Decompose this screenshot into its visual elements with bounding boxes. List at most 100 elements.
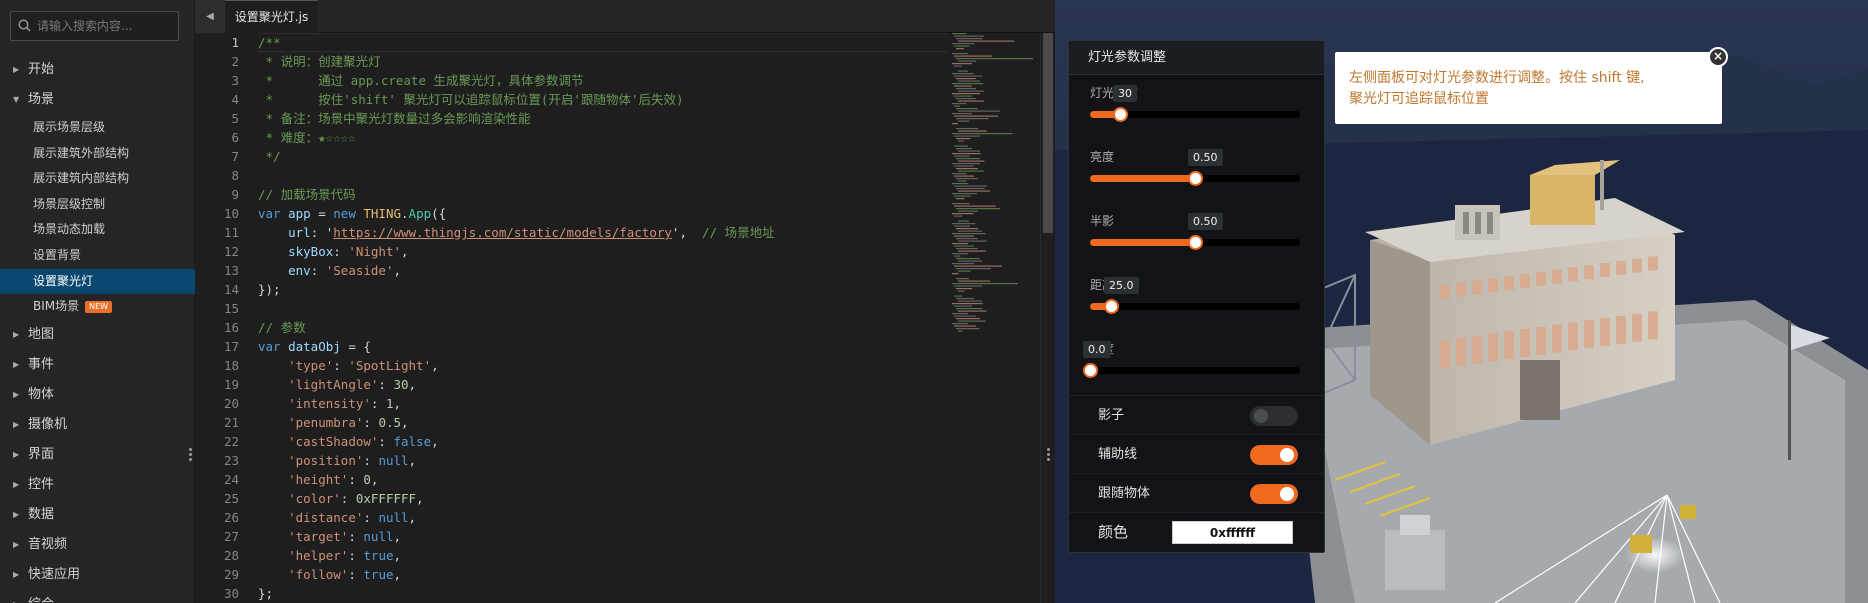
line-number: 21 (223, 415, 239, 430)
sidebar-item-media[interactable]: ▶ 音视频 (0, 530, 195, 560)
caret-right-icon: ▶ (13, 590, 19, 603)
slider-track[interactable]: 30 (1090, 85, 1300, 122)
editor-resize-handle[interactable] (1047, 448, 1051, 464)
sidebar-item-ui[interactable]: ▶ 界面 (0, 440, 195, 470)
line-number: 20 (223, 396, 239, 411)
sidebar-item-scene[interactable]: ▼ 场景 (0, 85, 195, 115)
code-line: 'distance': null, (288, 510, 417, 525)
follow-toggle-row: 跟随物体 (1069, 473, 1324, 512)
caret-down-icon: ▼ (13, 95, 20, 104)
code-line: * 说明：创建聚光灯 (258, 54, 381, 69)
sidebar-item-objects[interactable]: ▶ 物体 (0, 380, 195, 410)
hint-tooltip: 左侧面板可对灯光参数进行调整。按住 shift 键, 聚光灯可追踪鼠标位置 × (1335, 47, 1728, 124)
toggle-label: 辅助线 (1098, 447, 1138, 462)
sidebar-subitem-dynamic-loading[interactable]: 场景动态加载 (0, 217, 195, 243)
code-line: // 参数 (258, 320, 306, 335)
caret-right-icon: ▶ (13, 449, 20, 459)
slider-track[interactable]: 0.0 (1083, 341, 1300, 378)
sidebar-item-start[interactable]: ▶ 开始 (0, 55, 195, 85)
line-number: 6 (231, 130, 239, 145)
slider-value: 0.50 (1188, 149, 1223, 166)
slider-handle[interactable] (1188, 171, 1203, 186)
slider-value: 0.50 (1188, 213, 1223, 230)
sidebar-item-composite[interactable]: ▶ 综合 (0, 590, 195, 603)
slider-handle[interactable] (1188, 235, 1203, 250)
line-number: 26 (223, 510, 239, 525)
color-input[interactable]: 0xffffff (1172, 521, 1293, 544)
sidebar-subitem-spotlight[interactable]: 设置聚光灯 (0, 268, 195, 295)
search-input[interactable] (37, 12, 177, 40)
line-number: 27 (223, 529, 239, 544)
sidebar-resize-handle[interactable] (189, 448, 193, 464)
caret-right-icon: ▶ (13, 539, 20, 549)
line-number: 24 (223, 472, 239, 487)
sidebar-subitem-background[interactable]: 设置背景 (0, 243, 195, 269)
sidebar-item-camera[interactable]: ▶ 摄像机 (0, 410, 195, 440)
color-label: 颜色 (1098, 523, 1129, 541)
code-line: 'position': null, (288, 453, 417, 468)
line-number: 13 (223, 263, 239, 278)
search-box[interactable] (10, 11, 179, 41)
code-area[interactable]: 1 2 3 4 5 6 7 8 9 10 11 12 13 14 15 16 17 18 19 20 21 22 23 24 2… (195, 33, 1055, 603)
sidebar-item-label: 综合 (28, 597, 54, 603)
caret-right-icon: ▶ (13, 509, 20, 519)
line-number: 19 (223, 377, 239, 392)
collapse-arrow-icon[interactable]: ◀ (195, 0, 225, 33)
sidebar-item-quick-apps[interactable]: ▶ 快速应用 (0, 560, 195, 590)
light-params-panel: 灯光参数调整 灯光角度 30 亮度 0.50 半影 (1068, 40, 1325, 553)
editor-scrollbar-thumb[interactable] (1043, 33, 1053, 233)
code-line: 'intensity': 1, (288, 396, 402, 411)
code-minimap[interactable] (952, 33, 1037, 353)
slider-handle[interactable] (1104, 299, 1119, 314)
scene-viewport[interactable]: 灯光参数调整 灯光角度 30 亮度 0.50 半影 (1055, 0, 1868, 603)
shadow-toggle[interactable] (1250, 406, 1298, 426)
panel-title: 灯光参数调整 (1069, 41, 1324, 75)
slider-label: 半影 (1090, 214, 1115, 228)
intensity-slider[interactable]: 亮度 0.50 (1069, 139, 1324, 203)
line-number: 8 (231, 168, 239, 183)
slider-track[interactable]: 0.50 (1090, 149, 1300, 186)
code-lines[interactable]: /** * 说明：创建聚光灯 * 通过 app.create 生成聚光灯，具体参… (258, 33, 958, 603)
line-number: 28 (223, 548, 239, 563)
close-icon[interactable]: × (1708, 47, 1728, 67)
height-slider[interactable]: 高度 0.0 (1069, 331, 1324, 395)
slider-handle[interactable] (1113, 107, 1129, 122)
sidebar-subitem-level-control[interactable]: 场景层级控制 (0, 192, 195, 218)
code-line: url: 'https://www.thingjs.com/static/mod… (288, 225, 775, 240)
caret-right-icon: ▶ (13, 389, 20, 399)
sidebar-item-data[interactable]: ▶ 数据 (0, 500, 195, 530)
light-angle-slider[interactable]: 灯光角度 30 (1069, 75, 1324, 139)
penumbra-slider[interactable]: 半影 0.50 (1069, 203, 1324, 267)
helper-toggle-row: 辅助线 (1069, 434, 1324, 473)
app-window: ▶开始 ▼场景 展示场景层级 展示建筑外部结构 展示建筑内部结构 场景层级控制 … (0, 0, 1868, 603)
sidebar-subitem-scene-levels[interactable]: 展示场景层级 (0, 115, 195, 141)
sidebar-subitem-bim[interactable]: BIM场景 NEW (0, 294, 195, 320)
sidebar-item-label: 物体 (28, 386, 55, 402)
sidebar-subitem-building-exterior[interactable]: 展示建筑外部结构 (0, 141, 195, 167)
slider-handle[interactable] (1083, 363, 1098, 378)
code-line: skyBox: 'Night', (288, 244, 409, 259)
helper-toggle[interactable] (1250, 445, 1298, 465)
sidebar-subitem-building-interior[interactable]: 展示建筑内部结构 (0, 166, 195, 192)
code-line: 'color': 0xFFFFFF, (288, 491, 424, 506)
line-number: 22 (223, 434, 239, 449)
code-line: 'helper': true, (288, 548, 402, 563)
slider-track[interactable]: 0.50 (1090, 213, 1300, 250)
code-line: 'lightAngle': 30, (288, 377, 417, 392)
sidebar-item-map[interactable]: ▶ 地图 (0, 320, 195, 350)
new-badge: NEW (85, 301, 113, 314)
code-line: * 按住'shift' 聚光灯可以追踪鼠标位置(开启'跟随物体'后失效) (258, 92, 684, 107)
code-line: var app = new THING.App({ (258, 206, 447, 221)
slider-fill (1090, 175, 1195, 182)
tab-bar: ◀ 设置聚光灯.js (195, 0, 1055, 33)
tab-file[interactable]: 设置聚光灯.js (225, 0, 318, 33)
sidebar-item-controls[interactable]: ▶ 控件 (0, 470, 195, 500)
distance-slider[interactable]: 距离 25.0 (1069, 267, 1324, 331)
sidebar-item-events[interactable]: ▶ 事件 (0, 350, 195, 380)
slider-track[interactable]: 25.0 (1090, 277, 1300, 314)
follow-toggle[interactable] (1250, 484, 1298, 504)
sidebar-item-label: 地图 (28, 326, 55, 342)
sidebar-item-label: 事件 (28, 356, 55, 372)
toggle-knob (1254, 409, 1268, 423)
caret-right-icon: ▶ (13, 569, 20, 579)
